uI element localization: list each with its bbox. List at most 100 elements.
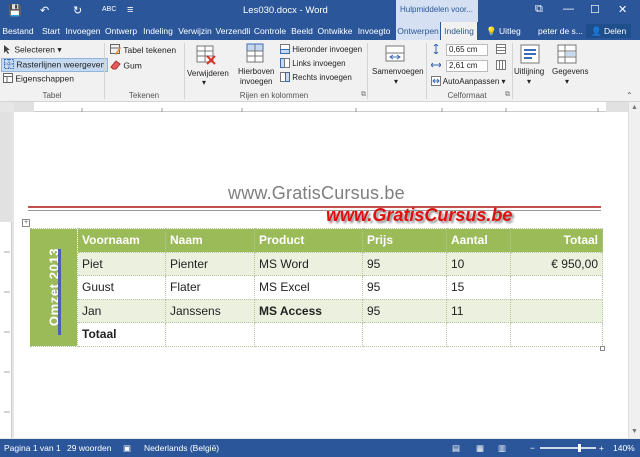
redo-icon[interactable]: ↻ (73, 4, 82, 17)
page-count[interactable]: Pagina 1 van 1 (4, 443, 61, 453)
zoom-slider-track[interactable] (540, 447, 596, 449)
table-cell[interactable] (510, 275, 603, 300)
table-cell[interactable] (165, 322, 255, 347)
select-button[interactable]: Selecteren ▾ (3, 44, 62, 56)
delete-button[interactable]: Verwijderen (187, 69, 229, 78)
tab-ontwikkelaars[interactable]: Ontwikke (316, 22, 354, 40)
row-height-input[interactable]: 0,65 cm (446, 44, 488, 56)
alignment-button[interactable]: Uitlijning (514, 67, 544, 76)
table-cell[interactable]: MS Access (254, 298, 363, 323)
delete-table-icon[interactable] (196, 45, 216, 65)
alignment-icon[interactable] (520, 44, 540, 64)
table-cell[interactable] (510, 322, 603, 347)
insert-above-icon[interactable] (245, 43, 265, 63)
language-indicator[interactable]: Nederlands (België) (144, 443, 219, 453)
table-cell[interactable]: MS Excel (254, 275, 363, 300)
tab-indeling-page[interactable]: Indeling (140, 22, 176, 40)
tab-invoegtoepassingen[interactable]: Invoegto (354, 22, 394, 40)
table-cell[interactable]: Pienter (165, 251, 255, 276)
zoom-slider-thumb[interactable] (578, 444, 581, 452)
tab-ontwerp[interactable]: Ontwerp (102, 22, 140, 40)
table-cell[interactable]: 95 (362, 251, 447, 276)
header-cell[interactable]: Product (254, 228, 363, 253)
vertical-scrollbar[interactable]: ▲ ▼ (628, 102, 640, 438)
user-account[interactable]: peter de s... (538, 22, 583, 40)
cell-size-launcher-icon[interactable]: ⧉ (505, 91, 510, 99)
side-label-cell[interactable]: Omzet 2013 (30, 228, 78, 347)
header-cell[interactable]: Totaal (510, 228, 603, 253)
share-button[interactable]: 👤 Delen (586, 24, 632, 38)
customize-quick-access-icon[interactable]: ≡ (127, 4, 133, 16)
print-layout-icon[interactable]: ▦ (476, 443, 484, 454)
column-width-input[interactable]: 2,61 cm (446, 60, 488, 72)
dialog-launcher-icon[interactable]: ⧉ (361, 91, 366, 99)
table-resize-handle[interactable] (600, 346, 605, 351)
tab-verwijzingen[interactable]: Verwijzin (176, 22, 214, 40)
properties-button[interactable]: Eigenschappen (3, 73, 74, 85)
header-cell[interactable]: Naam (165, 228, 255, 253)
data-button[interactable]: Gegevens (552, 67, 588, 76)
tab-invoegen[interactable]: Invoegen (64, 22, 102, 40)
web-layout-icon[interactable]: ▥ (498, 443, 506, 454)
table-cell[interactable]: Totaal (77, 322, 166, 347)
table-cell[interactable]: MS Word (254, 251, 363, 276)
tab-controleren[interactable]: Controle (252, 22, 288, 40)
data-table[interactable]: Omzet 2013 Voornaam Naam Product Prijs A… (30, 228, 603, 347)
distribute-rows-icon[interactable] (496, 44, 506, 56)
table-cell[interactable] (510, 298, 603, 323)
header-cell[interactable]: Aantal (446, 228, 511, 253)
header-cell[interactable]: Voornaam (77, 228, 166, 253)
horizontal-ruler[interactable] (14, 102, 628, 112)
insert-below-button[interactable]: Hieronder invoegen (280, 44, 362, 56)
insert-left-button[interactable]: Links invoegen (280, 58, 346, 70)
tab-verzendlijsten[interactable]: Verzendli (214, 22, 252, 40)
view-gridlines-button[interactable]: Rasterlijnen weergeven (1, 58, 109, 72)
ribbon-display-options-icon[interactable]: ⧉ (535, 3, 543, 16)
proofing-icon[interactable]: ▣ (123, 443, 131, 454)
table-cell[interactable] (254, 322, 363, 347)
header-cell[interactable]: Prijs (362, 228, 447, 253)
table-cell[interactable]: 11 (446, 298, 511, 323)
tell-me[interactable]: 💡 Uitleg (486, 22, 521, 40)
tab-start[interactable]: Start (38, 22, 64, 40)
collapse-ribbon-icon[interactable]: ⌃ (626, 91, 633, 100)
table-cell[interactable] (446, 322, 511, 347)
scroll-down-icon[interactable]: ▼ (631, 428, 638, 435)
table-move-handle-icon[interactable]: + (22, 219, 30, 227)
table-cell[interactable]: € 950,00 (510, 251, 603, 276)
draw-table-button[interactable]: Tabel tekenen (110, 44, 176, 57)
zoom-level[interactable]: 140% (613, 443, 635, 453)
tab-file[interactable]: Bestand (0, 22, 36, 40)
undo-icon[interactable]: ↶ (40, 4, 49, 17)
minimize-button[interactable]: — (563, 3, 574, 15)
table-cell[interactable]: Jan (77, 298, 166, 323)
eraser-button[interactable]: Gum (110, 60, 142, 72)
tab-table-design[interactable]: Ontwerpen (396, 22, 440, 40)
insert-above-button[interactable]: Hierboven (238, 67, 274, 76)
maximize-button[interactable]: ☐ (590, 3, 600, 16)
close-button[interactable]: ✕ (618, 3, 627, 16)
read-mode-icon[interactable]: ▤ (452, 443, 460, 454)
distribute-columns-icon[interactable] (496, 60, 506, 72)
table-cell[interactable]: Flater (165, 275, 255, 300)
merge-cells-icon[interactable] (385, 44, 405, 64)
vertical-ruler[interactable] (0, 112, 12, 438)
zoom-out-button[interactable]: − (530, 443, 535, 453)
tab-beeld[interactable]: Beeld (288, 22, 316, 40)
table-cell[interactable]: 95 (362, 298, 447, 323)
zoom-in-button[interactable]: + (599, 443, 604, 453)
save-icon[interactable]: 💾 (8, 4, 22, 17)
merge-button[interactable]: Samenvoegen (372, 67, 424, 76)
table-cell[interactable]: 95 (362, 275, 447, 300)
table-cell[interactable] (362, 322, 447, 347)
table-cell[interactable]: 15 (446, 275, 511, 300)
autofit-button[interactable]: AutoAanpassen ▾ (431, 76, 506, 88)
table-cell[interactable]: Janssens (165, 298, 255, 323)
scroll-up-icon[interactable]: ▲ (631, 104, 638, 111)
word-count[interactable]: 29 woorden (67, 443, 111, 453)
insert-right-button[interactable]: Rechts invoegen (280, 72, 352, 84)
data-icon[interactable] (557, 44, 577, 64)
tab-table-layout[interactable]: Indeling (441, 22, 477, 40)
table-cell[interactable]: Guust (77, 275, 166, 300)
table-cell[interactable]: 10 (446, 251, 511, 276)
